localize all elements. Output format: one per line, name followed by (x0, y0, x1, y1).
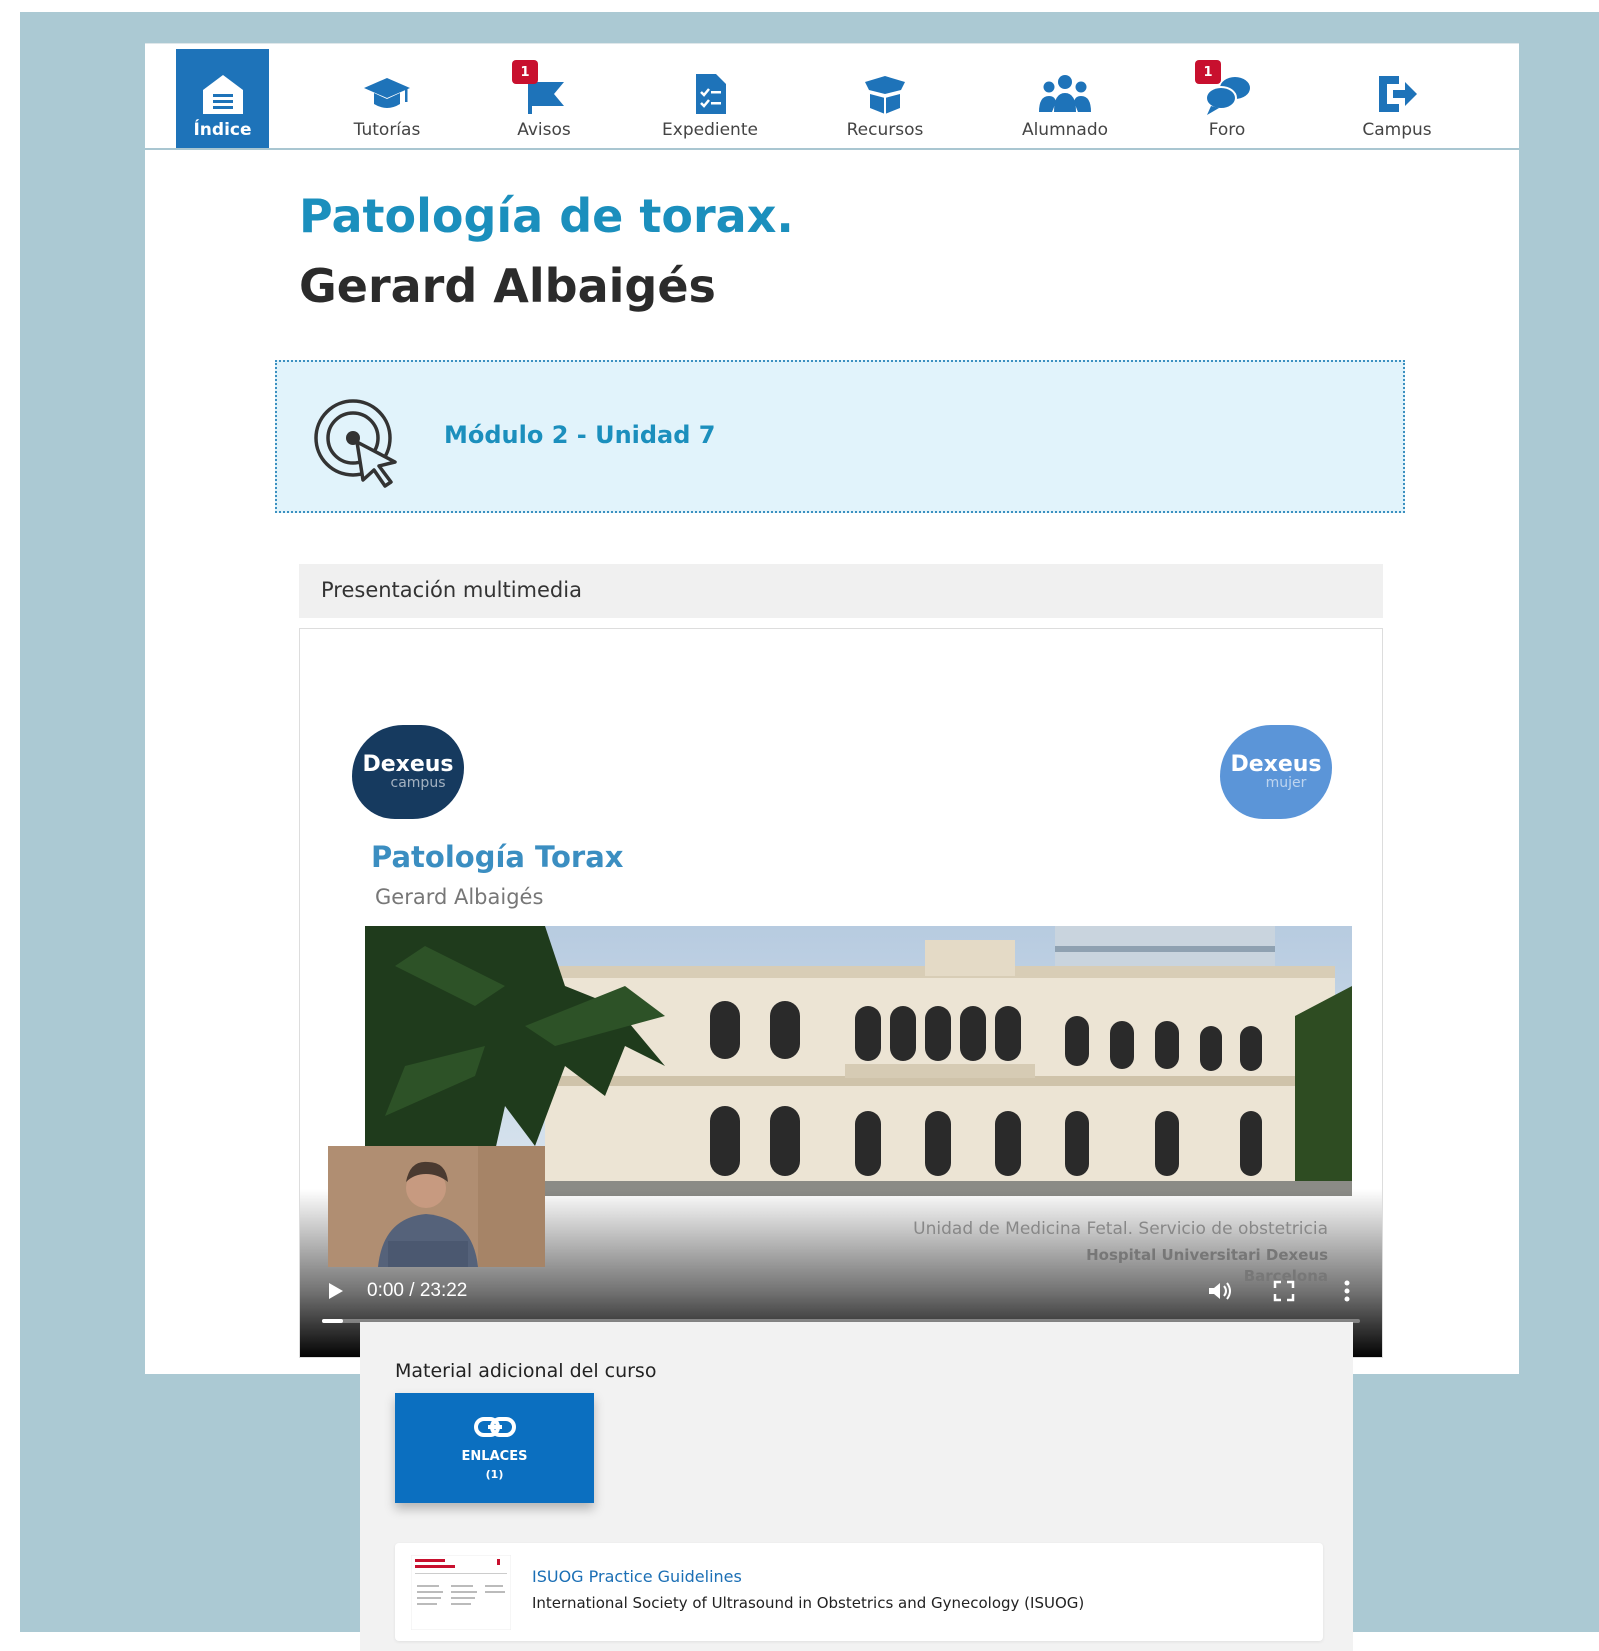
nav-label: Índice (193, 120, 252, 140)
top-navigation: Índice Tutorías 1 Avisos Expediente Recu… (145, 43, 1519, 150)
nav-label: Tutorías (353, 120, 421, 140)
nav-item-foro[interactable]: 1 Foro (1177, 49, 1277, 148)
links-button-label: ENLACES (461, 1449, 528, 1464)
video-player[interactable]: Dexeus campus Dexeus mujer Patología Tor… (299, 628, 1383, 1358)
slide-title: Patología Torax (371, 840, 624, 874)
box-icon (861, 72, 909, 116)
logo-sub: mujer (1265, 775, 1307, 791)
additional-material-panel: Material adicional del curso ENLACES (1) (360, 1322, 1353, 1651)
nav-item-tutorias[interactable]: Tutorías (327, 49, 447, 148)
link-icon (473, 1415, 516, 1439)
resource-thumbnail (410, 1554, 512, 1631)
flag-icon: 1 (512, 60, 568, 116)
nav-label: Recursos (846, 120, 924, 140)
resource-card[interactable]: ISUOG Practice Guidelines International … (395, 1543, 1323, 1641)
nav-item-alumnado[interactable]: Alumnado (1000, 49, 1130, 148)
resource-description: International Society of Ultrasound in O… (532, 1594, 1085, 1612)
logo-main: Dexeus (1230, 752, 1322, 777)
nav-label: Alumnado (1021, 120, 1109, 140)
links-button-count: (1) (485, 1468, 504, 1481)
presentation-heading-text: Presentación multimedia (321, 578, 582, 602)
nav-label: Avisos (517, 120, 571, 140)
nav-item-expediente[interactable]: Expediente (645, 49, 775, 148)
target-cursor-icon (313, 398, 403, 488)
module-box: Módulo 2 - Unidad 7 (275, 360, 1405, 513)
slide-caption-hospital: Hospital Universitari Dexeus (1086, 1246, 1328, 1264)
home-icon (199, 72, 247, 116)
comments-icon: 1 (1195, 60, 1251, 116)
dexeus-campus-logo: Dexeus campus (352, 725, 464, 819)
notification-badge: 1 (1195, 60, 1221, 84)
notification-badge: 1 (512, 60, 538, 84)
volume-icon[interactable] (1207, 1280, 1233, 1302)
video-progress-fill (322, 1319, 343, 1323)
nav-label: Foro (1208, 120, 1246, 140)
graduation-cap-icon (363, 72, 411, 116)
nav-label: Expediente (662, 120, 758, 140)
nav-item-campus[interactable]: Campus (1347, 49, 1447, 148)
nav-item-recursos[interactable]: Recursos (825, 49, 945, 148)
video-time: 0:00 / 23:22 (367, 1280, 468, 1301)
module-link[interactable]: Módulo 2 - Unidad 7 (444, 421, 716, 449)
speaker-webcam (328, 1146, 545, 1267)
more-options-icon[interactable] (1343, 1279, 1351, 1303)
course-author: Gerard Albaigés (299, 259, 716, 313)
slide-caption-unit: Unidad de Medicina Fetal. Servicio de ob… (913, 1219, 1328, 1239)
logo-sub: campus (390, 775, 446, 791)
presentation-heading: Presentación multimedia (299, 564, 1383, 618)
slide-author: Gerard Albaigés (375, 885, 544, 909)
course-title: Patología de torax. (299, 189, 794, 243)
dexeus-mujer-logo: Dexeus mujer (1220, 725, 1332, 819)
nav-item-indice[interactable]: Índice (176, 49, 269, 148)
links-button[interactable]: ENLACES (1) (395, 1393, 594, 1503)
resource-title-link[interactable]: ISUOG Practice Guidelines (532, 1567, 742, 1586)
sign-out-icon (1373, 72, 1421, 116)
play-icon[interactable] (328, 1282, 344, 1300)
checklist-document-icon (686, 72, 734, 116)
nav-label: Campus (1362, 120, 1432, 140)
nav-item-avisos[interactable]: 1 Avisos (489, 49, 599, 148)
logo-main: Dexeus (362, 752, 454, 777)
course-page: Índice Tutorías 1 Avisos Expediente Recu… (145, 43, 1519, 1374)
fullscreen-icon[interactable] (1273, 1280, 1295, 1302)
users-icon (1037, 72, 1093, 116)
additional-material-heading: Material adicional del curso (395, 1360, 657, 1382)
